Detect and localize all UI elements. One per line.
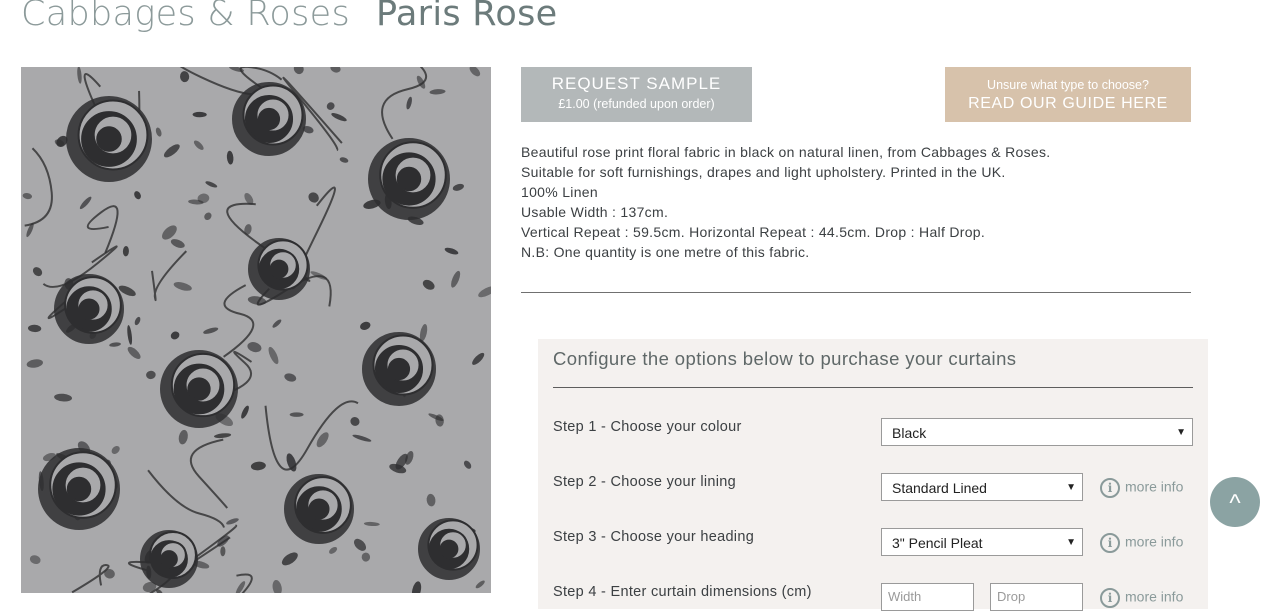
- chevron-down-icon: ▼: [1176, 427, 1186, 438]
- lining-more-info-link[interactable]: i more info: [1100, 478, 1183, 498]
- request-sample-price: £1.00 (refunded upon order): [558, 97, 715, 111]
- brand-name: Cabbages & Roses: [21, 0, 351, 34]
- guide-question: Unsure what type to choose?: [987, 78, 1149, 92]
- product-image[interactable]: [21, 67, 491, 593]
- description-line: Suitable for soft furnishings, drapes an…: [521, 164, 1006, 180]
- heading-select[interactable]: 3" Pencil Pleat ▼: [881, 528, 1083, 556]
- info-icon: i: [1100, 588, 1120, 608]
- rose-motif: [38, 448, 120, 530]
- rose-motif: [248, 238, 310, 300]
- rose-motif: [368, 138, 450, 220]
- description-line: Vertical Repeat : 59.5cm. Horizontal Rep…: [521, 224, 986, 240]
- chevron-down-icon: ▼: [1066, 482, 1076, 493]
- fabric-pattern: [21, 67, 491, 593]
- chevron-up-icon: ^: [1229, 490, 1241, 517]
- back-to-top-button[interactable]: ^: [1210, 477, 1260, 527]
- rose-motif: [232, 82, 306, 156]
- colour-select-value: Black: [892, 425, 927, 441]
- request-sample-button[interactable]: REQUEST SAMPLE £1.00 (refunded upon orde…: [521, 67, 752, 122]
- description-line: N.B: One quantity is one metre of this f…: [521, 244, 810, 260]
- rose-motif: [54, 274, 124, 344]
- request-sample-label: REQUEST SAMPLE: [551, 74, 722, 93]
- dimensions-more-info-link[interactable]: i more info: [1100, 588, 1183, 608]
- config-heading: Configure the options below to purchase …: [553, 348, 1017, 369]
- rose-motif: [160, 350, 238, 428]
- rose-motif: [284, 474, 354, 544]
- rose-motif: [418, 518, 480, 580]
- more-info-label: more info: [1125, 533, 1184, 550]
- heading-more-info-link[interactable]: i more info: [1100, 533, 1183, 553]
- product-name: Paris Rose: [376, 0, 558, 34]
- step-3-label: Step 3 - Choose your heading: [553, 529, 755, 545]
- curtain-config-panel: Configure the options below to purchase …: [538, 339, 1208, 611]
- description-line: Beautiful rose print floral fabric in bl…: [521, 144, 1051, 160]
- config-divider: [553, 387, 1193, 388]
- guide-link-label: READ OUR GUIDE HERE: [968, 95, 1168, 112]
- drop-input[interactable]: Drop: [990, 583, 1083, 611]
- chevron-down-icon: ▼: [1066, 537, 1076, 548]
- rose-motif: [140, 530, 198, 588]
- page-title: Cabbages & Roses Paris Rose: [21, 0, 557, 38]
- description-line: 100% Linen: [521, 184, 598, 200]
- divider: [521, 292, 1191, 293]
- rose-motif: [362, 332, 436, 406]
- step-4-label: Step 4 - Enter curtain dimensions (cm): [553, 584, 812, 600]
- step-2-label: Step 2 - Choose your lining: [553, 474, 737, 490]
- more-info-label: more info: [1125, 478, 1184, 495]
- colour-select[interactable]: Black ▼: [881, 418, 1193, 446]
- lining-select-value: Standard Lined: [892, 480, 987, 496]
- rose-motif: [66, 96, 152, 182]
- heading-select-value: 3" Pencil Pleat: [892, 535, 983, 551]
- more-info-label: more info: [1125, 588, 1184, 605]
- read-guide-button[interactable]: Unsure what type to choose? READ OUR GUI…: [945, 67, 1191, 122]
- info-icon: i: [1100, 478, 1120, 498]
- step-1-label: Step 1 - Choose your colour: [553, 419, 742, 435]
- width-input[interactable]: Width: [881, 583, 974, 611]
- description-line: Usable Width : 137cm.: [521, 204, 669, 220]
- lining-select[interactable]: Standard Lined ▼: [881, 473, 1083, 501]
- info-icon: i: [1100, 533, 1120, 553]
- product-description: Beautiful rose print floral fabric in bl…: [521, 142, 1201, 262]
